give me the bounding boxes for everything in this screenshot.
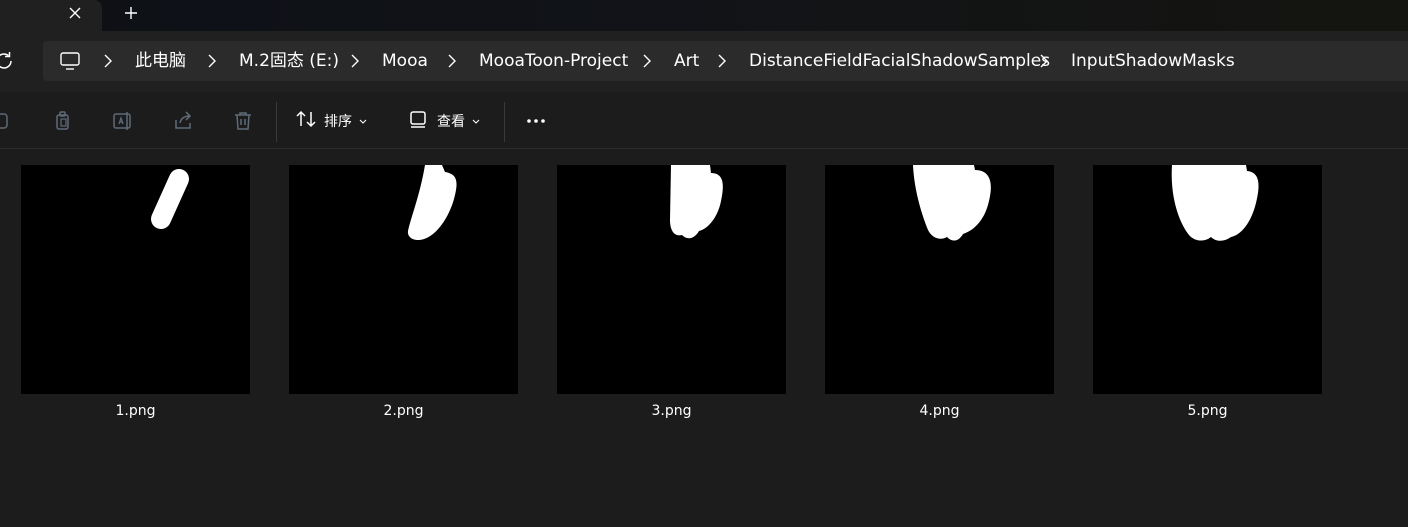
address-bar[interactable]: 此电脑 M.2固态 (E:) Mooa MooaToon-Project Art… [43,41,1408,81]
file-name: 1.png [115,403,156,419]
breadcrumb-item-project[interactable]: MooaToon-Project [479,41,628,81]
sort-icon [295,109,317,133]
breadcrumb-item-drive[interactable]: M.2固态 (E:) [239,41,339,81]
trash-icon[interactable] [231,109,255,133]
file-item[interactable]: 2.png [289,165,518,419]
chevron-right-icon[interactable] [205,53,219,69]
image-thumbnail [1093,165,1322,394]
file-name: 3.png [651,403,692,419]
file-item[interactable]: 1.png [21,165,250,419]
active-tab[interactable] [0,0,102,31]
view-button[interactable]: 查看 [408,104,480,138]
navigation-bar: 此电脑 M.2固态 (E:) Mooa MooaToon-Project Art… [0,31,1408,92]
chevron-right-icon[interactable] [715,53,729,69]
breadcrumb-item-samples[interactable]: DistanceFieldFacialShadowSamples [749,41,1050,81]
breadcrumb-item-current[interactable]: InputShadowMasks [1071,41,1235,81]
image-thumbnail [289,165,518,394]
file-item[interactable]: 5.png [1093,165,1322,419]
file-item[interactable]: 3.png [557,165,786,419]
sort-label: 排序 [324,114,352,130]
breadcrumb-item-art[interactable]: Art [674,41,699,81]
rename-icon[interactable] [111,109,135,133]
breadcrumb-item-mooa[interactable]: Mooa [382,41,428,81]
image-thumbnail [825,165,1054,394]
chevron-right-icon[interactable] [1037,53,1051,69]
tab-strip [0,0,1408,31]
plus-icon[interactable] [116,0,146,26]
toolbar-divider [276,102,277,142]
chevron-right-icon[interactable] [445,53,459,69]
chevron-down-icon [359,113,367,129]
image-thumbnail [557,165,786,394]
chevron-right-icon[interactable] [640,53,654,69]
more-icon[interactable] [524,109,548,133]
file-name: 2.png [383,403,424,419]
share-icon[interactable] [171,109,195,133]
toolbar-divider [504,102,505,142]
refresh-icon[interactable] [0,49,16,73]
cut-icon[interactable] [0,109,14,133]
breadcrumb-item-this-pc[interactable]: 此电脑 [135,41,186,81]
chevron-right-icon[interactable] [348,53,362,69]
file-name: 5.png [1187,403,1228,419]
view-icon [408,109,430,133]
close-icon[interactable] [62,0,88,26]
monitor-icon[interactable] [59,51,81,71]
image-thumbnail [21,165,250,394]
file-item[interactable]: 4.png [825,165,1054,419]
sort-button[interactable]: 排序 [295,104,367,138]
copy-icon[interactable] [51,109,75,133]
chevron-down-icon [472,113,480,129]
view-label: 查看 [437,114,465,130]
chevron-right-icon[interactable] [101,53,115,69]
command-bar: 排序 查看 [0,92,1408,149]
file-grid: 1.png 2.png 3.png 4.png 5.png [0,150,1408,527]
file-name: 4.png [919,403,960,419]
